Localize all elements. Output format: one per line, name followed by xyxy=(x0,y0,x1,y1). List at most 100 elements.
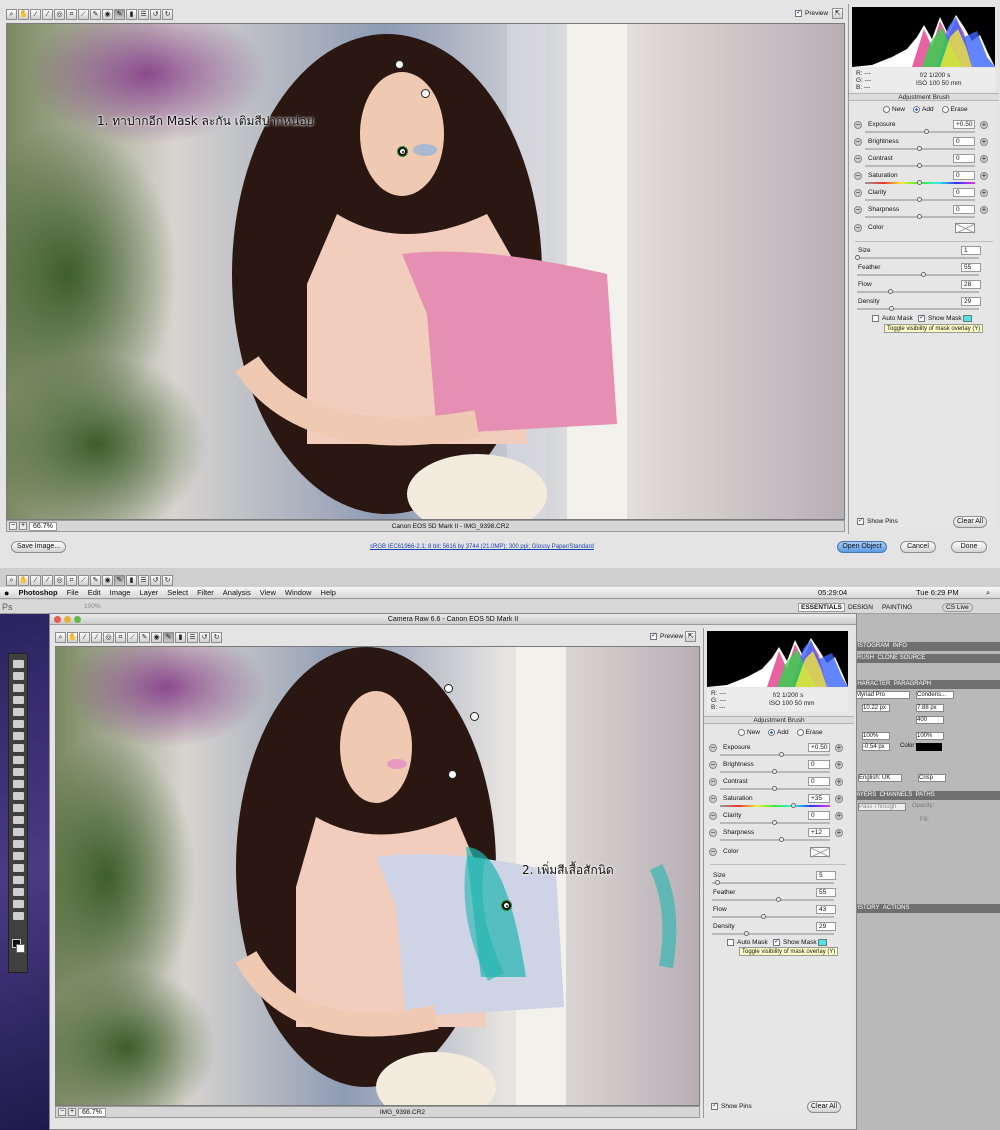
ps-quick-select-tool-icon[interactable] xyxy=(13,696,24,704)
b-rotate-left-icon[interactable]: ↺ xyxy=(199,631,210,643)
preferences-icon[interactable]: ☰ xyxy=(138,8,149,20)
bottom-auto-mask-check-icon[interactable] xyxy=(727,939,734,946)
window-zoom-icon[interactable] xyxy=(74,616,81,623)
bottom-active-pin[interactable] xyxy=(502,901,511,910)
top-mode-erase[interactable]: Erase xyxy=(941,106,968,113)
ghost-white-balance-icon[interactable]: ⁄ xyxy=(30,574,41,586)
bottom-clarity-plus-icon[interactable]: + xyxy=(835,812,843,820)
bottom-exposure-value-field[interactable]: +0.50 xyxy=(808,743,830,752)
bottom-pin-3[interactable] xyxy=(448,770,457,779)
menu-view[interactable]: View xyxy=(260,588,276,597)
top-zoom-in-button[interactable]: + xyxy=(19,522,27,530)
bottom-brush-density-slider-track[interactable] xyxy=(712,933,834,935)
ps-shape-tool-icon[interactable] xyxy=(13,864,24,872)
bottom-color-minus-icon[interactable]: − xyxy=(709,848,717,856)
bottom-mode-erase-radio[interactable] xyxy=(796,729,804,736)
bottom-fullscreen-button[interactable]: ⇱ xyxy=(685,631,696,642)
menu-filter[interactable]: Filter xyxy=(197,588,214,597)
char-tracking-field[interactable]: 400 xyxy=(916,716,944,724)
top-mode-new[interactable]: New xyxy=(883,106,905,113)
char-hscale-field[interactable]: 100% xyxy=(916,732,944,740)
bottom-sharpness-slider-track[interactable] xyxy=(720,839,830,841)
bottom-clear-all-button[interactable]: Clear All xyxy=(807,1101,841,1113)
menu-layer[interactable]: Layer xyxy=(140,588,159,597)
bottom-brush-density-slider-thumb[interactable] xyxy=(744,931,750,936)
b-spot-removal-tool-icon[interactable]: ✎ xyxy=(139,631,150,643)
apple-icon[interactable]: ● xyxy=(4,588,9,598)
ps-eyedropper-tool-icon[interactable] xyxy=(13,720,24,728)
workspace-painting[interactable]: PAINTING xyxy=(882,604,912,611)
bottom-clarity-value-field[interactable]: 0 xyxy=(808,811,830,820)
menu-window[interactable]: Window xyxy=(285,588,312,597)
spotlight-icon[interactable]: ⌕ xyxy=(986,588,990,598)
cs-live-button[interactable]: CS Live xyxy=(942,603,973,612)
bottom-contrast-value-field[interactable]: 0 xyxy=(808,777,830,786)
adjustment-brush-tool-icon[interactable]: ✎ xyxy=(114,8,125,20)
bottom-brush-size-slider-track[interactable] xyxy=(712,882,834,884)
top-auto-mask-checkbox[interactable]: Auto Mask xyxy=(872,315,913,322)
workspace-design[interactable]: DESIGN xyxy=(848,604,873,611)
ps-3d-orbit-tool-icon[interactable] xyxy=(13,888,24,896)
char-vscale-field[interactable]: 100% xyxy=(862,732,890,740)
char-antialias-field[interactable]: Crisp xyxy=(918,774,946,782)
top-pin-1[interactable] xyxy=(395,60,404,69)
window-minimize-icon[interactable] xyxy=(64,616,71,623)
ps-histogram-tabs[interactable]: HISTOGRAM INFO xyxy=(850,642,1000,651)
char-language-field[interactable]: English: UK xyxy=(858,774,902,782)
menu-image[interactable]: Image xyxy=(110,588,131,597)
menu-edit[interactable]: Edit xyxy=(88,588,101,597)
top-saturation-plus-icon[interactable]: + xyxy=(980,172,988,180)
ps-crop-tool-icon[interactable] xyxy=(13,708,24,716)
b-color-sampler-tool-icon[interactable]: ⁄ xyxy=(91,631,102,643)
b-rotate-right-icon[interactable]: ↻ xyxy=(211,631,222,643)
ps-eraser-tool-icon[interactable] xyxy=(13,780,24,788)
ps-history-tabs[interactable]: HISTORY ACTIONS xyxy=(850,904,1000,913)
ps-brush-tabs[interactable]: BRUSH CLONE SOURCE xyxy=(850,654,1000,663)
top-contrast-value-field[interactable]: 0 xyxy=(953,154,975,163)
bottom-contrast-slider-thumb[interactable] xyxy=(772,786,777,791)
top-color-swatch[interactable] xyxy=(955,223,975,233)
top-brightness-slider-thumb[interactable] xyxy=(917,146,922,151)
top-clear-all-button[interactable]: Clear All xyxy=(953,516,987,528)
top-brush-size-slider-track[interactable] xyxy=(857,257,979,259)
bottom-zoom-select[interactable]: 66.7% xyxy=(78,1107,106,1117)
ps-blur-tool-icon[interactable] xyxy=(13,804,24,812)
bottom-brush-feather-slider-track[interactable] xyxy=(712,899,834,901)
bottom-brush-feather-value-field[interactable]: 55 xyxy=(816,888,836,897)
cancel-button[interactable]: Cancel xyxy=(900,541,936,553)
top-sharpness-slider-thumb[interactable] xyxy=(917,214,922,219)
ps-dodge-tool-icon[interactable] xyxy=(13,816,24,824)
bottom-mode-add-radio[interactable] xyxy=(768,729,776,736)
top-show-mask-check-icon[interactable] xyxy=(918,313,925,322)
top-exposure-slider-thumb[interactable] xyxy=(923,129,929,134)
top-brightness-value-field[interactable]: 0 xyxy=(953,137,975,146)
bottom-brightness-slider-thumb[interactable] xyxy=(772,769,777,774)
top-brush-density-slider-track[interactable] xyxy=(857,308,979,310)
crop-tool-icon[interactable]: ⌗ xyxy=(66,8,77,20)
bottom-show-pins-checkbox[interactable]: Show Pins xyxy=(711,1101,752,1110)
save-image-button[interactable]: Save Image... xyxy=(11,541,66,553)
ghost-gradient-icon[interactable]: ▮ xyxy=(126,574,137,586)
bottom-mode-add[interactable]: Add xyxy=(768,729,789,736)
tab-clone-source[interactable]: CLONE SOURCE xyxy=(877,655,925,661)
bottom-auto-mask-checkbox[interactable]: Auto Mask xyxy=(727,939,768,946)
workflow-options-link[interactable]: sRGB IEC61966-2.1; 8 bit; 5616 by 3744 (… xyxy=(370,544,594,550)
bottom-brush-size-slider-thumb[interactable] xyxy=(715,880,721,885)
hand-tool-icon[interactable]: ✋ xyxy=(18,8,29,20)
ps-background-color-swatch[interactable] xyxy=(16,944,25,953)
bottom-show-mask-check-icon[interactable] xyxy=(773,937,780,946)
b-red-eye-tool-icon[interactable]: ◉ xyxy=(151,631,162,643)
top-brightness-minus-icon[interactable]: − xyxy=(854,138,862,146)
graduated-filter-tool-icon[interactable]: ▮ xyxy=(126,8,137,20)
ps-gradient-tool-icon[interactable] xyxy=(13,792,24,800)
bottom-brush-density-value-field[interactable]: 29 xyxy=(816,922,836,931)
char-style-field[interactable]: Condens... xyxy=(916,691,954,699)
layer-blend-mode[interactable]: Pass Through xyxy=(858,803,906,811)
bottom-sharpness-plus-icon[interactable]: + xyxy=(835,829,843,837)
bottom-preview-check-icon[interactable] xyxy=(650,631,657,640)
bottom-sharpness-value-field[interactable]: +12 xyxy=(808,828,830,837)
top-saturation-value-field[interactable]: 0 xyxy=(953,171,975,180)
bottom-brush-flow-slider-thumb[interactable] xyxy=(761,914,767,919)
top-fullscreen-button[interactable]: ⇱ xyxy=(832,8,843,19)
top-exposure-slider-track[interactable] xyxy=(865,131,975,133)
